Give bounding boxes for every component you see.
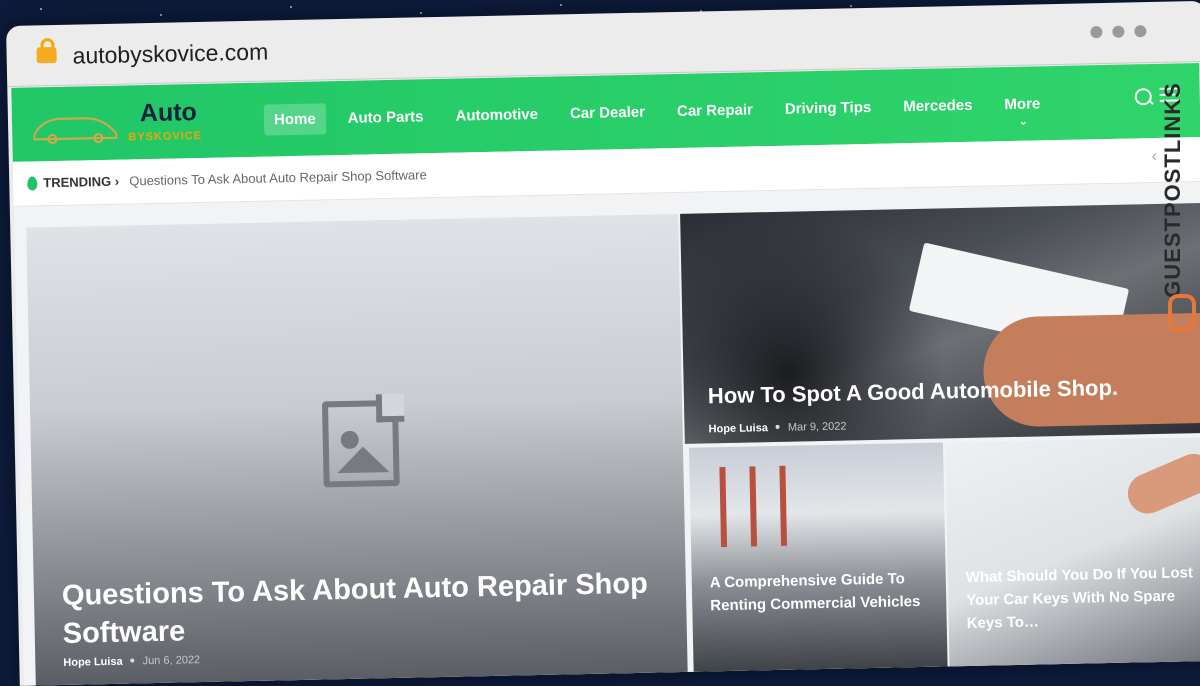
post-author[interactable]: Hope Luisa (63, 656, 123, 669)
post-title[interactable]: What Should You Do If You Lost Your Car … (966, 561, 1200, 635)
featured-post-bottom-middle[interactable]: A Comprehensive Guide To Renting Commerc… (688, 442, 948, 674)
hand-with-key-image (1121, 447, 1200, 520)
window-controls (1080, 24, 1147, 43)
image-placeholder-icon (321, 393, 405, 488)
nav-item-more[interactable]: More ⌄ (994, 88, 1050, 127)
trending-headline[interactable]: Questions To Ask About Auto Repair Shop … (129, 167, 427, 188)
nav-item-driving-tips[interactable]: Driving Tips (775, 92, 882, 125)
nav-item-automotive[interactable]: Automotive (445, 99, 548, 132)
post-date: Jun 6, 2022 (142, 654, 201, 668)
lock-icon (36, 37, 57, 65)
nav-menu: Home Auto Parts Automotive Car Dealer Ca… (263, 88, 1051, 136)
crane-image (779, 465, 788, 546)
window-dot-icon[interactable] (1112, 25, 1125, 38)
nav-item-car-dealer[interactable]: Car Dealer (560, 96, 656, 129)
nav-more-label: More (1004, 95, 1041, 114)
crane-image (719, 467, 728, 548)
crane-image (749, 466, 758, 547)
trending-label: TRENDING › (43, 173, 120, 191)
logo-subtitle: BYSKOVICE (128, 129, 203, 144)
web-page: Auto BYSKOVICE Home Auto Parts Automotiv… (11, 63, 1200, 686)
guestpostlinks-banner: GUESTPOSTLINKS (1160, 54, 1196, 344)
featured-post-bottom-right[interactable]: What Should You Do If You Lost Your Car … (944, 436, 1200, 669)
post-meta: Hope Luisa Jun 6, 2022 (63, 654, 200, 669)
window-dot-icon[interactable] (1090, 26, 1103, 39)
featured-posts: Questions To Ask About Auto Repair Shop … (26, 202, 1200, 686)
post-meta: Hope Luisa Mar 9, 2022 (708, 420, 846, 435)
chevron-down-icon: ⌄ (1018, 115, 1029, 128)
post-author[interactable]: Hope Luisa (708, 422, 768, 435)
site-logo[interactable]: Auto BYSKOVICE (30, 98, 221, 150)
post-title[interactable]: Questions To Ask About Auto Repair Shop … (62, 564, 663, 653)
post-title[interactable]: A Comprehensive Guide To Renting Commerc… (710, 567, 936, 618)
car-logo-icon (33, 117, 118, 145)
window-dot-icon[interactable] (1134, 25, 1147, 38)
url-text[interactable]: autobyskovice.com (72, 39, 268, 70)
link-icon (1168, 294, 1196, 332)
featured-post-main[interactable]: Questions To Ask About Auto Repair Shop … (26, 213, 688, 686)
post-date: Mar 9, 2022 (787, 420, 847, 434)
nav-item-car-repair[interactable]: Car Repair (667, 94, 764, 127)
nav-item-auto-parts[interactable]: Auto Parts (337, 101, 433, 134)
nav-item-home[interactable]: Home (263, 103, 327, 136)
flame-icon (27, 176, 38, 191)
featured-post-top-right[interactable]: How To Spot A Good Automobile Shop. Hope… (680, 202, 1200, 444)
chevron-left-icon[interactable]: ‹ (1151, 148, 1157, 166)
browser-window: autobyskovice.com Auto BYSKOVICE Home Au… (6, 0, 1200, 686)
nav-item-mercedes[interactable]: Mercedes (893, 90, 983, 123)
search-icon[interactable] (1134, 88, 1152, 106)
logo-title: Auto (139, 98, 198, 128)
